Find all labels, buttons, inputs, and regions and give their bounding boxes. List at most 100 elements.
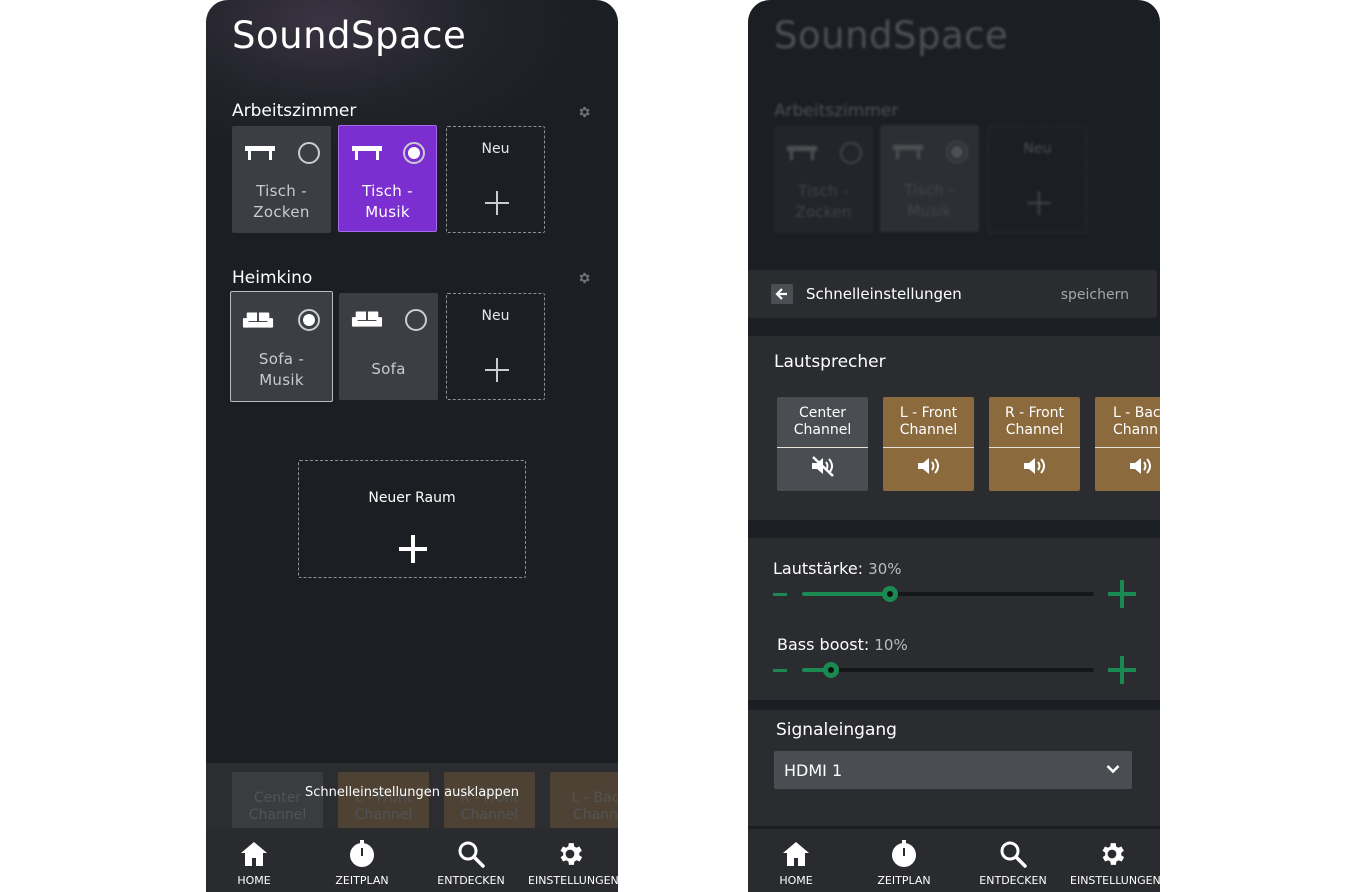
device-tile-sofa[interactable]: Sofa (339, 293, 438, 400)
speaker-divider (777, 447, 868, 448)
device-name: Tisch - Musik (904, 181, 955, 220)
nav-entdecken-label: ENTDECKEN (437, 874, 505, 887)
bass-value: 10% (874, 636, 908, 654)
bottom-navigation: HOME ZEITPLAN ENTDECKEN EINSTELLUNGEN (748, 829, 1160, 892)
app-title: SoundSpace (232, 14, 467, 57)
sofa-icon (242, 312, 274, 328)
room-label-arbeitszimmer: Arbeitszimmer (232, 101, 357, 121)
nav-home-label: HOME (237, 874, 271, 887)
save-button[interactable]: speichern (1061, 287, 1129, 303)
speaker-on-icon (1024, 458, 1045, 474)
bass-slider[interactable] (802, 662, 1094, 678)
add-device-button: Neu (988, 126, 1087, 233)
speaker-center-channel[interactable]: Center Channel (777, 397, 868, 491)
nav-einstellungen[interactable]: EINSTELLUNGEN (1070, 829, 1160, 892)
device-name: Sofa (371, 360, 406, 378)
nav-zeitplan-label: ZEITPLAN (877, 874, 931, 887)
nav-einstellungen[interactable]: EINSTELLUNGEN (528, 829, 618, 892)
volume-label: Lautstärke: 30% (773, 559, 902, 578)
home-screen: SoundSpace Arbeitszimmer Tisch - Zocken … (206, 0, 618, 892)
nav-zeitplan[interactable]: ZEITPLAN (874, 829, 934, 892)
bass-label-text: Bass boost: (777, 635, 870, 654)
add-room-button[interactable]: Neuer Raum (298, 460, 526, 578)
speaker-l-back-channel[interactable]: L - Bac Chann (1095, 397, 1160, 491)
timer-icon (350, 840, 374, 867)
device-tile-sofa-musik[interactable]: Sofa - Musik (230, 291, 333, 402)
nav-home[interactable]: HOME (766, 829, 826, 892)
room-label-arbeitszimmer: Arbeitszimmer (774, 101, 899, 121)
peek-speaker-card: L - Bac Chann (550, 772, 618, 828)
device-name: Tisch - Musik (362, 182, 413, 221)
plus-icon (1027, 191, 1051, 215)
quick-settings-header: Schnelleinstellungen speichern (748, 270, 1157, 318)
speaker-divider (1095, 447, 1160, 448)
volume-increase-button[interactable] (1108, 580, 1136, 608)
device-radio (840, 142, 862, 164)
table-icon (352, 146, 382, 160)
add-device-label: Neu (481, 308, 510, 324)
speaker-r-front-channel[interactable]: R - Front Channel (989, 397, 1080, 491)
room-label-heimkino: Heimkino (232, 268, 313, 288)
add-device-label: Neu (481, 141, 510, 157)
device-radio-selected[interactable] (403, 142, 425, 164)
device-name: Tisch - Zocken (795, 182, 852, 221)
nav-entdecken[interactable]: ENTDECKEN (436, 829, 506, 892)
speaker-on-icon (1130, 458, 1151, 474)
add-device-button[interactable]: Neu (446, 126, 545, 233)
signal-input-title: Signaleingang (776, 720, 897, 740)
device-radio[interactable] (298, 142, 320, 164)
search-icon (458, 841, 485, 868)
device-tile-tisch-zocken[interactable]: Tisch - Zocken (232, 126, 331, 233)
speakers-title: Lautsprecher (774, 352, 886, 372)
add-device-button[interactable]: Neu (446, 293, 545, 400)
table-icon (787, 146, 817, 160)
speaker-on-icon (918, 458, 939, 474)
chevron-down-icon (1106, 765, 1120, 774)
plus-icon (485, 358, 509, 382)
bass-decrease-button[interactable] (773, 669, 787, 672)
add-room-label: Neuer Raum (368, 490, 456, 506)
device-tile-tisch-musik[interactable]: Tisch - Musik (338, 125, 437, 232)
device-name: Sofa - Musik (258, 350, 305, 389)
peek-speaker-card: L - Front Channel (338, 772, 429, 828)
back-arrow-icon[interactable] (771, 284, 793, 304)
room-settings-gear-icon[interactable] (577, 271, 591, 285)
device-radio-selected (946, 141, 968, 163)
quick-settings-title: Schnelleinstellungen (806, 285, 962, 303)
nav-zeitplan-label: ZEITPLAN (335, 874, 389, 887)
volume-decrease-button[interactable] (773, 593, 787, 596)
nav-home-label: HOME (779, 874, 813, 887)
nav-home[interactable]: HOME (224, 829, 284, 892)
nav-zeitplan[interactable]: ZEITPLAN (332, 829, 392, 892)
volume-slider-thumb[interactable] (881, 586, 898, 602)
signal-input-select[interactable]: HDMI 1 (774, 751, 1132, 789)
room-settings-gear-icon[interactable] (577, 105, 591, 119)
peek-speaker-card: Center Channel (232, 772, 323, 828)
speaker-name: L - Front Channel (899, 405, 958, 438)
device-tile-tisch-zocken: Tisch - Zocken (774, 126, 873, 233)
quick-settings-expand-label: Schnelleinstellungen ausklappen (305, 785, 519, 800)
nav-entdecken-label: ENTDECKEN (979, 874, 1047, 887)
speaker-name: Center Channel (793, 405, 852, 438)
home-icon (241, 842, 267, 866)
gear-icon (560, 843, 583, 865)
quick-settings-expand-bar[interactable]: Center Channel L - Front Channel R - Fro… (206, 763, 618, 829)
speaker-l-front-channel[interactable]: L - Front Channel (883, 397, 974, 491)
nav-entdecken[interactable]: ENTDECKEN (978, 829, 1048, 892)
plus-icon (399, 535, 427, 563)
speaker-divider (989, 447, 1080, 448)
signal-input-value: HDMI 1 (784, 761, 843, 780)
table-icon (245, 146, 275, 160)
volume-value: 30% (868, 560, 902, 578)
bass-increase-button[interactable] (1108, 656, 1136, 684)
device-radio-selected[interactable] (298, 309, 320, 331)
nav-einstellungen-label: EINSTELLUNGEN (1070, 874, 1160, 887)
device-radio[interactable] (405, 309, 427, 331)
speaker-divider (883, 447, 974, 448)
device-name: Tisch - Zocken (253, 182, 310, 221)
bass-boost-label: Bass boost: 10% (777, 635, 908, 654)
volume-label-text: Lautstärke: (773, 559, 864, 578)
bottom-navigation: HOME ZEITPLAN ENTDECKEN EINSTELLUNGEN (206, 829, 618, 892)
nav-einstellungen-label: EINSTELLUNGEN (528, 874, 618, 887)
volume-slider[interactable] (802, 586, 1094, 602)
